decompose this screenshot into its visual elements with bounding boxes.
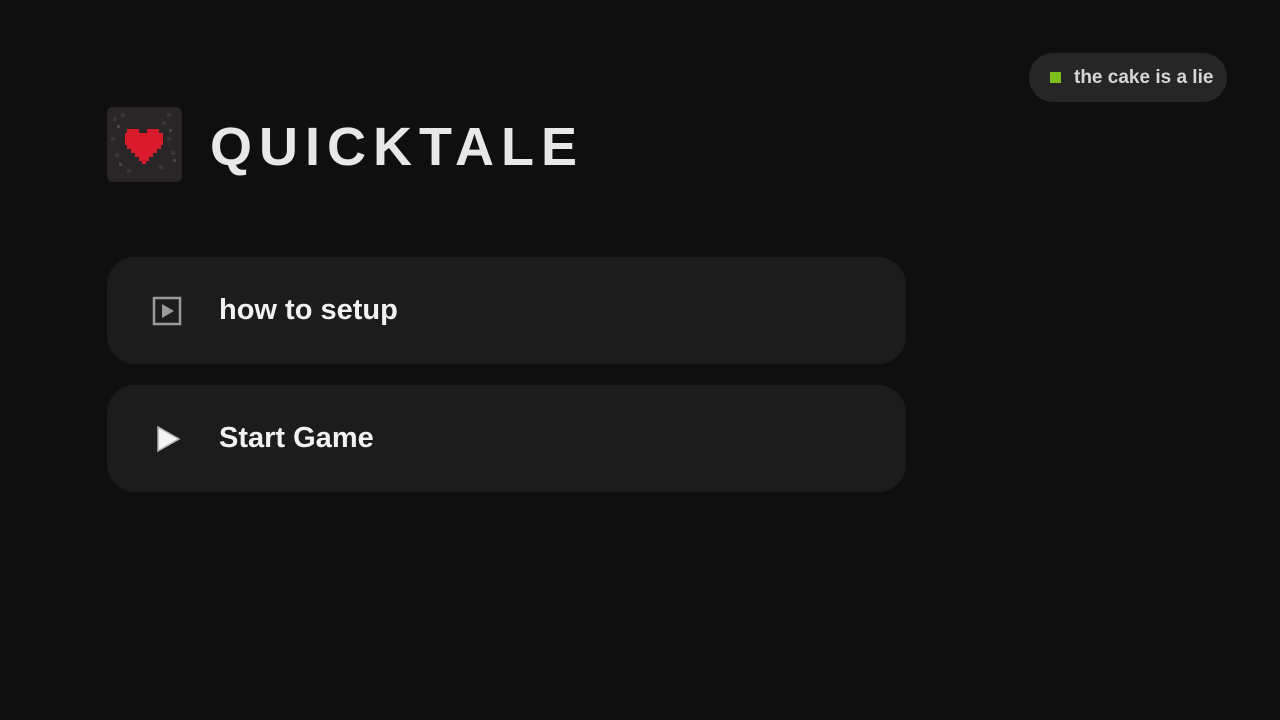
heart-icon <box>107 107 182 182</box>
status-badge: the cake is a lie <box>1029 53 1227 102</box>
pixel-heart-logo <box>107 107 182 182</box>
status-square-icon <box>1050 72 1061 83</box>
how-to-setup-label: how to setup <box>219 294 398 326</box>
video-play-icon <box>152 296 182 326</box>
app-title: QUICKTALE <box>210 117 584 177</box>
play-triangle-icon <box>152 424 182 454</box>
status-text: the cake is a lie <box>1074 66 1214 88</box>
start-game-button[interactable]: Start Game <box>107 385 906 492</box>
start-game-label: Start Game <box>219 422 374 454</box>
main-menu-screen: the cake is a lie QUICKTALE how to setup… <box>0 0 1280 720</box>
how-to-setup-button[interactable]: how to setup <box>107 257 906 364</box>
